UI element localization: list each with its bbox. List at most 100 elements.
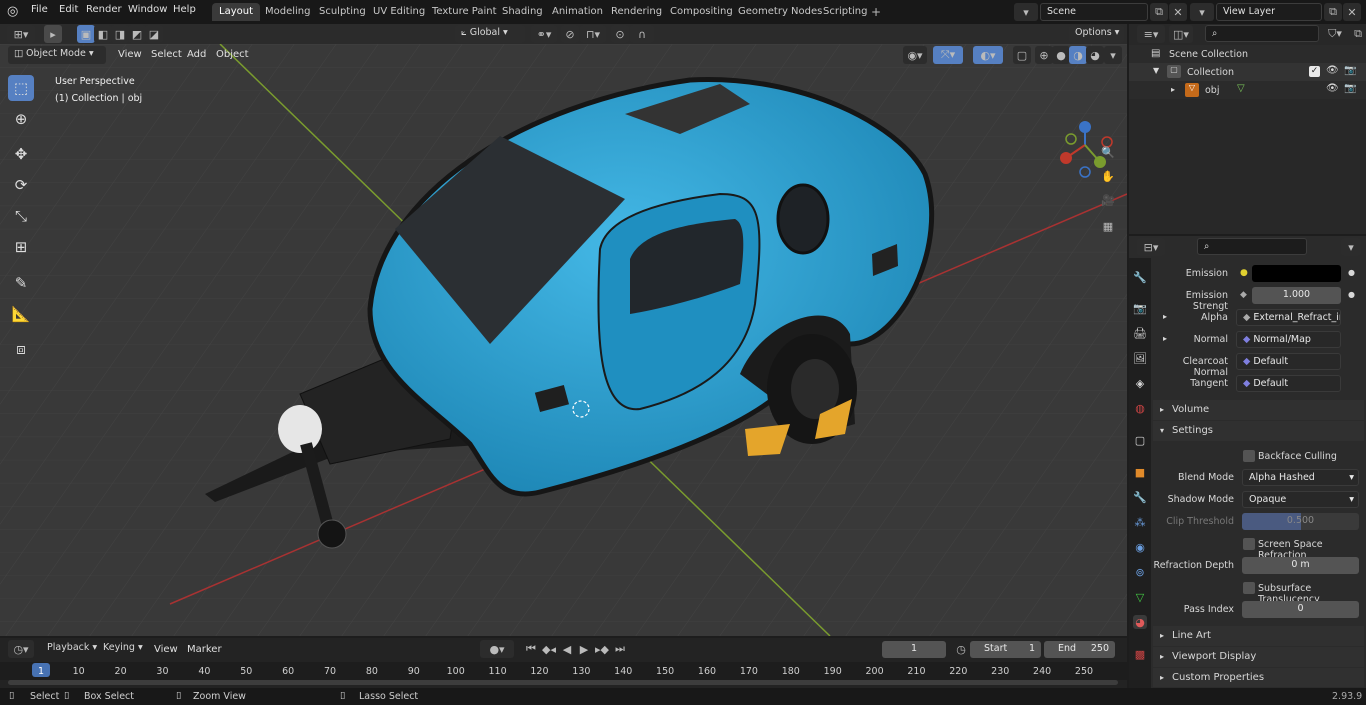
options-dropdown[interactable]: Options ▾ [1069, 25, 1124, 43]
properties-options-icon[interactable]: ▾ [1341, 238, 1361, 256]
menu-render[interactable]: Render [86, 4, 122, 15]
object-tab-icon[interactable]: ■ [1133, 465, 1147, 479]
mode-new-icon[interactable]: ▣ [77, 25, 95, 43]
view-layer-field[interactable]: View Layer [1216, 3, 1322, 21]
delete-scene-icon[interactable]: ✕ [1169, 3, 1187, 21]
timeline-editor-type-icon[interactable]: ◷▾ [8, 640, 34, 658]
preview-range-icon[interactable]: ◷ [952, 640, 970, 658]
visibility-icon[interactable]: ◉▾ [903, 46, 927, 64]
play-reverse-icon[interactable]: ◀ [558, 640, 576, 658]
data-tab-icon[interactable]: ▽ [1133, 590, 1147, 604]
emission-strength-keyframe-icon[interactable]: ● [1348, 290, 1355, 299]
physics-tab-icon[interactable]: ◉ [1133, 540, 1147, 554]
jump-keyframe-back-icon[interactable]: ◆◂ [540, 640, 558, 658]
pivot-point-icon[interactable]: ⚭▾ [531, 25, 557, 43]
particles-tab-icon[interactable]: ⁂ [1133, 515, 1147, 529]
collection-render-icon[interactable]: 📷 [1344, 65, 1356, 76]
line-art-panel-header[interactable]: ▸ Line Art [1153, 626, 1364, 646]
pass-index-field[interactable]: 0 [1242, 601, 1359, 618]
normal-expand-icon[interactable]: ▸ [1163, 334, 1167, 343]
gizmo-x-axis[interactable] [1060, 152, 1072, 164]
jump-start-icon[interactable]: ⏮ [522, 640, 540, 658]
volume-panel-header[interactable]: ▸ Volume [1153, 400, 1364, 420]
solid-shading-icon[interactable]: ● [1052, 46, 1070, 64]
collection-visibility-icon[interactable]: 👁 [1326, 65, 1339, 76]
start-frame-field[interactable]: Start 1 [970, 641, 1041, 658]
settings-panel-header[interactable]: ▾ Settings [1153, 421, 1364, 441]
add-cube-tool-icon[interactable]: ⧈ [8, 336, 34, 362]
select-tool-icon[interactable]: ▸ [44, 25, 62, 43]
timeline-scrollbar[interactable] [8, 680, 1118, 685]
proportional-edit-icon[interactable]: ⊙ [611, 25, 629, 43]
tab-animation[interactable]: Animation [545, 3, 610, 21]
tool-tab-icon[interactable]: 🔧 [1133, 270, 1147, 284]
3d-viewport[interactable]: ◫ Object Mode ▾ View Select Add Object ◉… [0, 44, 1127, 636]
shading-options-icon[interactable]: ▾ [1104, 46, 1122, 64]
tab-layout[interactable]: Layout [212, 3, 260, 21]
view-layer-tab-icon[interactable]: 🖼 [1133, 351, 1147, 365]
proportional-falloff-icon[interactable]: ∩ [630, 25, 654, 43]
view-layer-selector-icon[interactable]: ▾ [1190, 3, 1214, 21]
screen-space-refraction-checkbox[interactable] [1243, 538, 1255, 550]
expand-obj-icon[interactable]: ▸ [1171, 85, 1175, 94]
outliner-row-collection[interactable]: ▼ ▢ Collection ✓ 👁 📷 [1129, 63, 1366, 81]
emission-keyframe-icon[interactable]: ● [1348, 268, 1355, 277]
menu-edit[interactable]: Edit [59, 4, 78, 15]
snap-target-icon[interactable]: ⊓▾ [580, 25, 606, 43]
snap-icon[interactable]: ⊘ [561, 25, 579, 43]
jump-end-icon[interactable]: ⏭ [611, 640, 629, 658]
delete-view-layer-icon[interactable]: ✕ [1343, 3, 1361, 21]
collection-checkbox[interactable]: ✓ [1309, 66, 1320, 77]
scale-tool-icon[interactable]: ⤡ [8, 203, 34, 229]
obj-render-icon[interactable]: 📷 [1344, 83, 1356, 94]
transform-tool-icon[interactable]: ⊞ [8, 234, 34, 260]
outliner-filter-icon[interactable]: ⛉▾ [1322, 25, 1348, 43]
viewport-menu-object[interactable]: Object [216, 49, 249, 60]
object-mode-dropdown[interactable]: ◫ Object Mode ▾ [8, 46, 106, 64]
tab-rendering[interactable]: Rendering [604, 3, 669, 21]
modifier-tab-icon[interactable]: 🔧 [1133, 490, 1147, 504]
perspective-toggle-icon[interactable]: ▦ [1099, 217, 1117, 235]
gizmo-z-axis[interactable] [1079, 121, 1091, 133]
measure-tool-icon[interactable]: 📐 [8, 301, 34, 327]
material-shading-icon[interactable]: ◑ [1069, 46, 1087, 64]
tab-compositing[interactable]: Compositing [663, 3, 740, 21]
world-tab-icon[interactable]: ◍ [1133, 401, 1147, 415]
custom-properties-panel-header[interactable]: ▸ Custom Properties [1153, 668, 1364, 687]
menu-file[interactable]: File [31, 4, 48, 15]
timeline-menu-view[interactable]: View [154, 644, 178, 655]
clip-threshold-slider[interactable]: 0.500 [1242, 513, 1359, 530]
mode-extend-icon[interactable]: ◧ [94, 25, 112, 43]
timeline-menu-marker[interactable]: Marker [187, 644, 222, 655]
clearcoat-normal-field[interactable]: ◆ Default [1236, 353, 1341, 370]
new-collection-icon[interactable]: ⧉ [1349, 25, 1366, 43]
tab-sculpting[interactable]: Sculpting [312, 3, 373, 21]
texture-tab-icon[interactable]: ▩ [1133, 647, 1147, 661]
properties-editor-type-icon[interactable]: ⊟▾ [1137, 238, 1165, 256]
xray-icon[interactable]: ▢ [1013, 46, 1031, 64]
rendered-shading-icon[interactable]: ◕ [1086, 46, 1104, 64]
mode-subtract-icon[interactable]: ◨ [111, 25, 129, 43]
mode-invert-icon[interactable]: ◩ [128, 25, 146, 43]
shadow-mode-dropdown[interactable]: Opaque ▾ [1242, 491, 1359, 508]
backface-culling-checkbox[interactable] [1243, 450, 1255, 462]
outliner-search-input[interactable]: ⌕ [1205, 25, 1319, 42]
zoom-icon[interactable]: 🔍 [1099, 143, 1117, 161]
overlay-toggle-icon[interactable]: ◐▾ [973, 46, 1003, 64]
select-box-tool-icon[interactable]: ⬚ [8, 75, 34, 101]
subsurface-translucency-checkbox[interactable] [1243, 582, 1255, 594]
gizmo-toggle-icon[interactable]: ⤧▾ [933, 46, 963, 64]
normal-link-field[interactable]: ◆ Normal/Map [1236, 331, 1341, 348]
transform-orientation-dropdown[interactable]: ⟀ Global ▾ [455, 25, 525, 43]
new-scene-icon[interactable]: ⧉ [1150, 3, 1168, 21]
scene-selector-icon[interactable]: ▾ [1014, 3, 1038, 21]
wireframe-shading-icon[interactable]: ⊕ [1035, 46, 1053, 64]
emission-color-swatch[interactable] [1252, 265, 1341, 282]
viewport-menu-view[interactable]: View [118, 49, 142, 60]
editor-type-icon[interactable]: ⊞▾ [7, 25, 35, 43]
outliner-row-scene-collection[interactable]: ▤ Scene Collection [1129, 45, 1366, 63]
properties-search-input[interactable]: ⌕ [1197, 238, 1307, 255]
alpha-expand-icon[interactable]: ▸ [1163, 312, 1167, 321]
mode-intersect-icon[interactable]: ◪ [145, 25, 163, 43]
auto-keying-icon[interactable]: ●▾ [480, 640, 514, 658]
